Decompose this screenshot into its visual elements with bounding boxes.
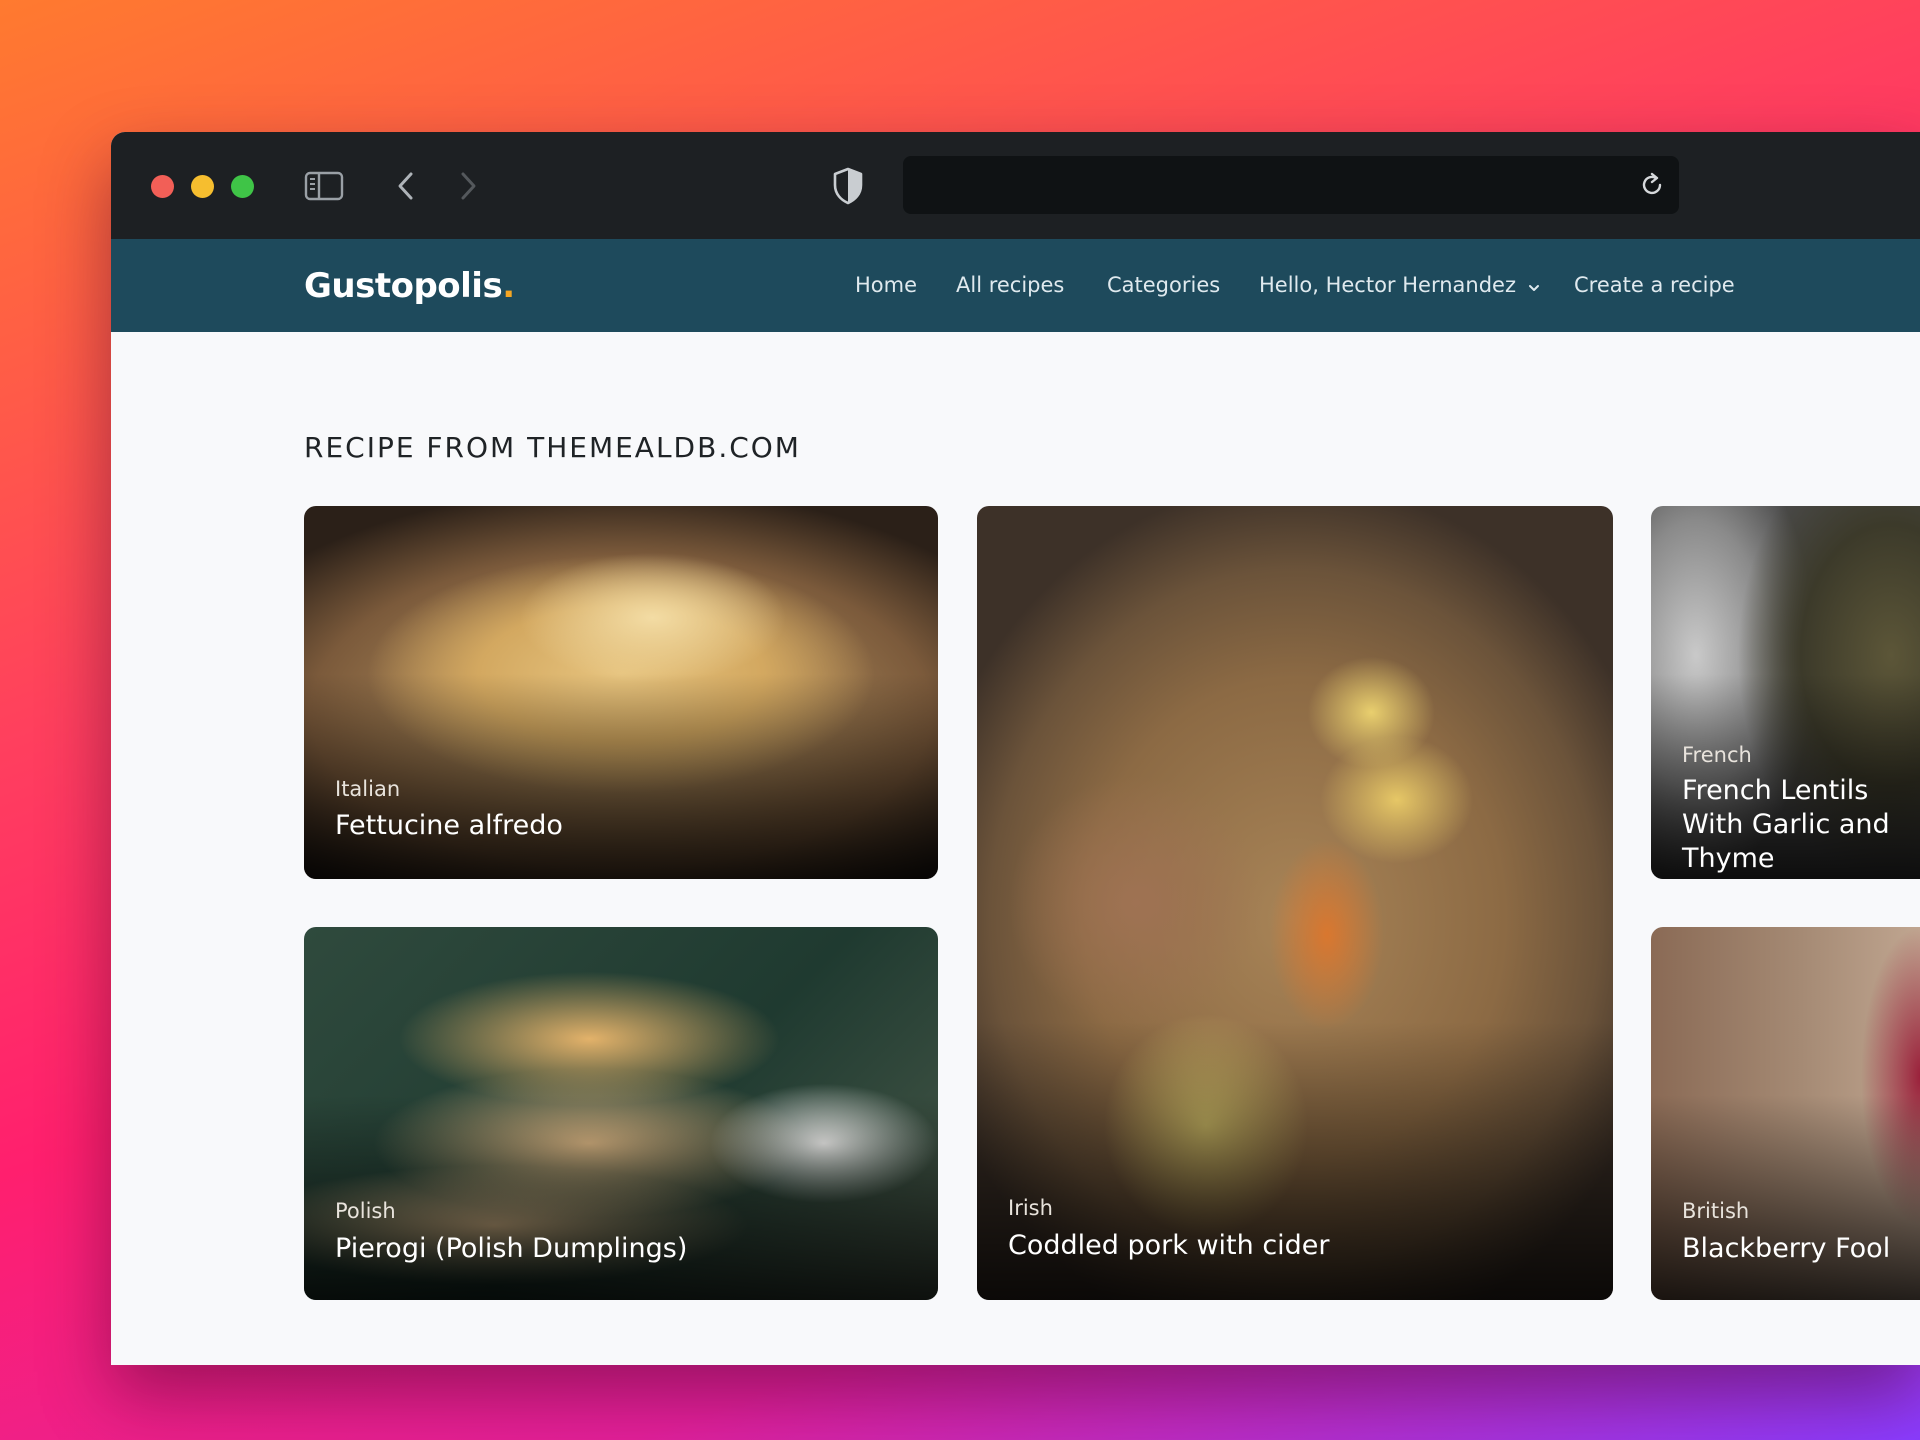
- shield-icon[interactable]: [831, 166, 865, 206]
- chevron-down-icon: [1528, 270, 1540, 302]
- recipe-card[interactable]: Polish Pierogi (Polish Dumplings): [304, 927, 938, 1300]
- card-overlay: [304, 1094, 938, 1300]
- maximize-window-button[interactable]: [231, 175, 254, 198]
- browser-window: Gustopolis. Home All recipes Categories …: [111, 132, 1920, 1365]
- close-window-button[interactable]: [151, 175, 174, 198]
- nav-link-create-recipe[interactable]: Create a recipe: [1574, 269, 1735, 301]
- recipe-category: Irish: [1008, 1196, 1053, 1220]
- recipe-category: Polish: [335, 1199, 396, 1223]
- recipe-card[interactable]: British Blackberry Fool: [1651, 927, 1920, 1300]
- section-title: RECIPE FROM THEMEALDB.COM: [304, 431, 801, 464]
- recipe-name: French Lentils With Garlic and Thyme: [1682, 775, 1890, 874]
- browser-toolbar: [111, 132, 1920, 239]
- nav-link-all-recipes[interactable]: All recipes: [956, 269, 1064, 301]
- site-navbar: Gustopolis. Home All recipes Categories …: [111, 239, 1920, 332]
- recipe-card[interactable]: Irish Coddled pork with cider: [977, 506, 1613, 1300]
- back-icon[interactable]: [391, 168, 421, 204]
- recipe-name: Pierogi (Polish Dumplings): [335, 1233, 688, 1264]
- recipe-category: British: [1682, 1199, 1750, 1223]
- recipe-card[interactable]: French French Lentils With Garlic and Th…: [1651, 506, 1920, 879]
- reload-icon[interactable]: [1637, 170, 1667, 200]
- recipe-category: French: [1682, 743, 1752, 767]
- address-bar[interactable]: [903, 156, 1679, 214]
- user-menu[interactable]: Hello, Hector Hernandez: [1259, 269, 1540, 302]
- recipe-card[interactable]: Italian Fettucine alfredo: [304, 506, 938, 879]
- recipe-name: Fettucine alfredo: [335, 810, 563, 841]
- nav-link-categories[interactable]: Categories: [1107, 269, 1220, 301]
- nav-link-home[interactable]: Home: [855, 269, 917, 301]
- user-menu-label: Hello, Hector Hernandez: [1259, 273, 1516, 297]
- logo-text: Gustopolis: [304, 266, 503, 306]
- minimize-window-button[interactable]: [191, 175, 214, 198]
- recipe-category: Italian: [335, 777, 401, 801]
- logo-dot: .: [502, 266, 515, 306]
- sidebar-toggle-icon[interactable]: [304, 170, 344, 202]
- site-logo[interactable]: Gustopolis.: [304, 259, 515, 313]
- recipe-name: Blackberry Fool: [1682, 1233, 1891, 1264]
- forward-icon[interactable]: [453, 168, 483, 204]
- recipe-name: Coddled pork with cider: [1008, 1230, 1330, 1261]
